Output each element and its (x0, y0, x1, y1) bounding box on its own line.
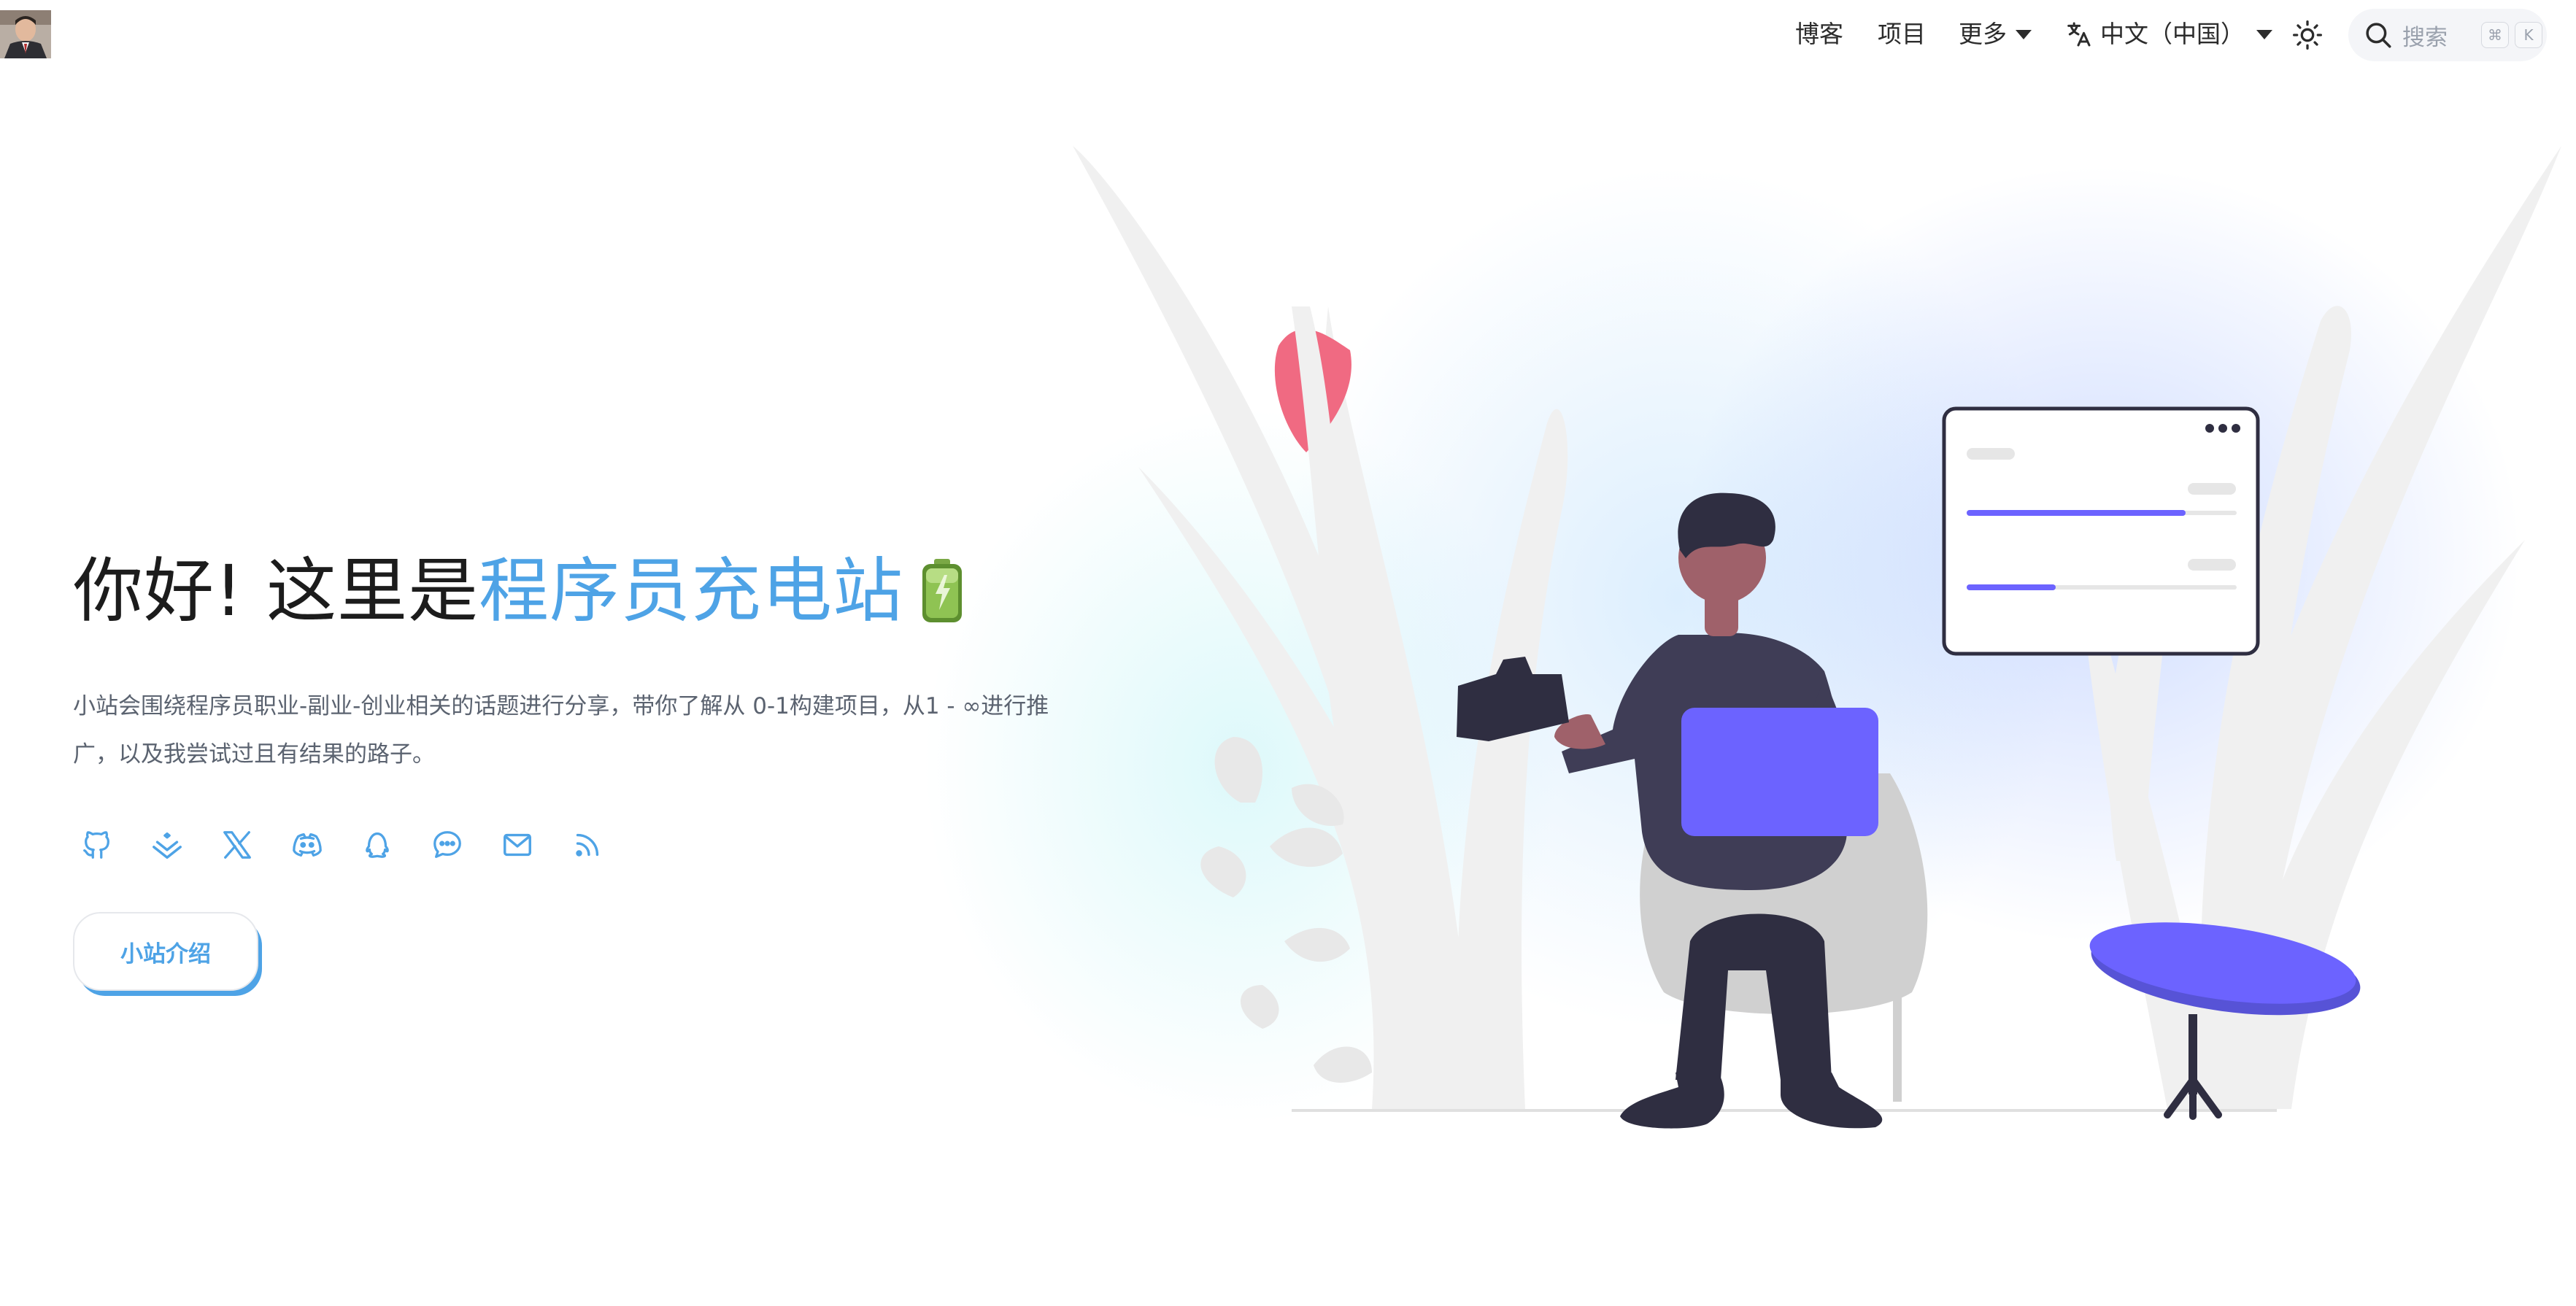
hero-title: 你好! 这里是 程序员充电站 (73, 549, 965, 633)
juejin-icon[interactable] (150, 828, 184, 862)
sun-icon (2293, 20, 2322, 50)
discord-icon[interactable] (290, 828, 324, 862)
chevron-down-icon (2016, 29, 2032, 39)
hero-title-prefix: 你好! 这里是 (73, 550, 479, 632)
rss-icon[interactable] (571, 828, 604, 862)
wechat-icon[interactable] (431, 828, 464, 862)
nav-projects-link[interactable]: 项目 (1878, 16, 1926, 53)
chevron-down-icon (2256, 29, 2272, 39)
search-button[interactable]: 搜索 ⌘ K (2348, 9, 2547, 61)
hero-description: 小站会围绕程序员职业-副业-创业相关的话题进行分享，带你了解从 0-1构建项目，… (73, 693, 1049, 768)
shortcut-key-k: K (2515, 22, 2542, 48)
search-label: 搜索 (2402, 24, 2448, 51)
language-label: 中文（中国） (2100, 20, 2245, 48)
nav-more-dropdown[interactable]: 更多 (1959, 16, 2032, 53)
shortcut-key-cmd: ⌘ (2481, 22, 2509, 48)
theme-toggle-button[interactable] (2291, 19, 2324, 51)
language-switcher[interactable]: 中文（中国） (2064, 16, 2272, 53)
hero-illustration (1073, 146, 2561, 1129)
nav-blog-link[interactable]: 博客 (1795, 16, 1843, 53)
top-navbar: 博客 项目 更多 中文（中国） 搜索 ⌘ K (0, 0, 2576, 70)
qq-icon[interactable] (360, 828, 394, 862)
search-icon (2366, 23, 2391, 48)
mail-icon[interactable] (501, 828, 534, 862)
avatar[interactable] (0, 10, 51, 58)
translate-icon (2067, 22, 2091, 47)
hero-title-brand: 程序员充电站 (479, 550, 903, 632)
x-icon[interactable] (220, 828, 254, 862)
battery-icon (922, 559, 962, 622)
site-intro-button[interactable]: 小站介绍 (73, 912, 258, 991)
nav-more-label: 更多 (1959, 20, 2007, 48)
github-icon[interactable] (80, 828, 114, 862)
social-links (80, 828, 604, 862)
